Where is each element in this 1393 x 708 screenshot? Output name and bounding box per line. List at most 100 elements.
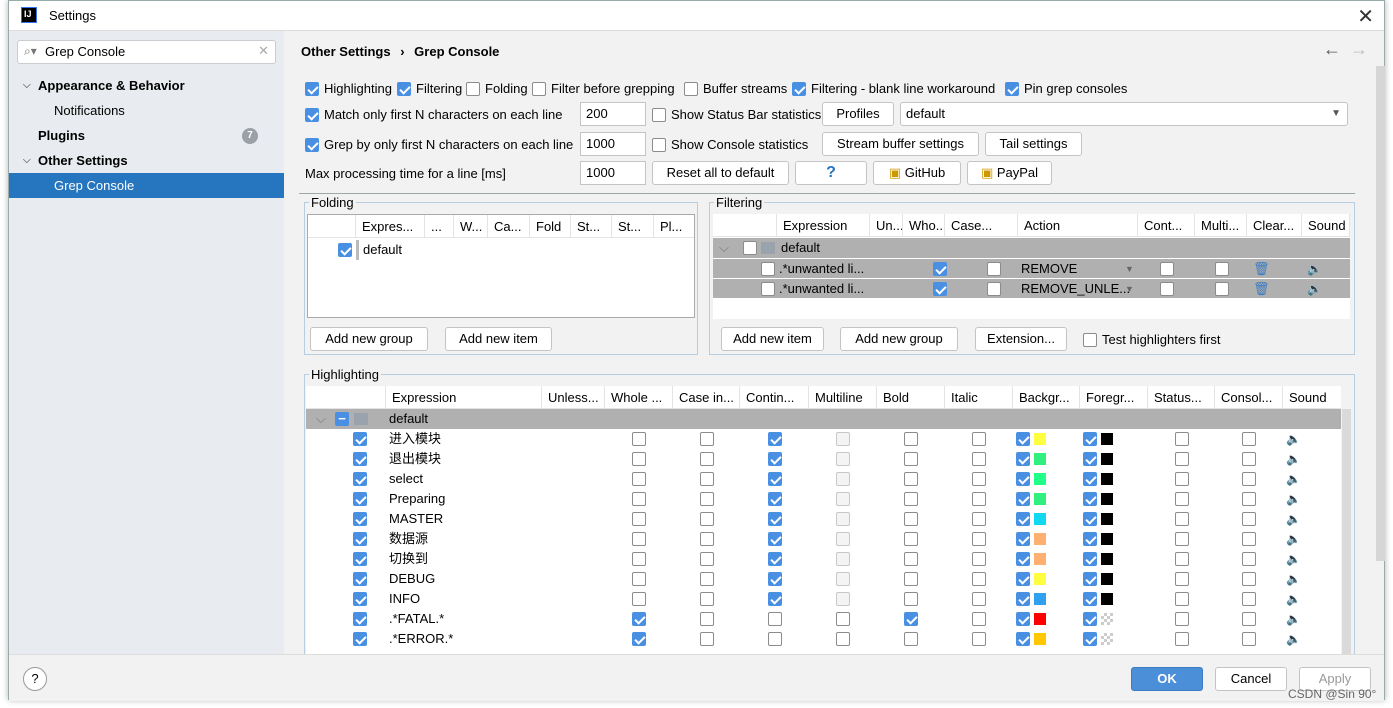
highlighting-checkbox[interactable] xyxy=(305,81,319,96)
status-bar-checkbox[interactable] xyxy=(1175,632,1189,646)
whole-word-checkbox[interactable] xyxy=(632,572,646,586)
column-header[interactable]: Expres... xyxy=(356,215,425,238)
console-stats-option[interactable]: Show Console statistics xyxy=(652,137,808,152)
foreground-checkbox[interactable] xyxy=(1083,512,1097,526)
scrollbar[interactable] xyxy=(1376,66,1385,561)
foreground-checkbox[interactable] xyxy=(1083,492,1097,506)
extension-button[interactable]: Extension... xyxy=(975,327,1067,351)
italic-checkbox[interactable] xyxy=(972,532,986,546)
trash-icon[interactable]: 🗑 xyxy=(1253,279,1270,298)
column-header[interactable]: Case... xyxy=(945,214,1018,237)
multiline-checkbox[interactable] xyxy=(836,452,850,466)
multiline-checkbox[interactable] xyxy=(836,532,850,546)
whole-word-checkbox[interactable] xyxy=(632,612,646,626)
speaker-icon[interactable]: 🔈 xyxy=(1286,549,1301,569)
highlighting-option[interactable]: Highlighting xyxy=(305,81,392,96)
highlight-expression[interactable]: 数据源 xyxy=(389,529,428,549)
column-header[interactable]: Unless... xyxy=(542,386,605,409)
foreground-color-swatch[interactable] xyxy=(1101,453,1113,465)
highlight-expression[interactable]: 切换到 xyxy=(389,549,428,569)
match-first-n-input[interactable]: 200 xyxy=(580,102,646,126)
filter-enabled-checkbox[interactable] xyxy=(761,262,775,276)
speaker-icon[interactable]: 🔈 xyxy=(1307,259,1322,278)
column-header[interactable]: Cont... xyxy=(1138,214,1195,237)
console-count-checkbox[interactable] xyxy=(1242,492,1256,506)
multiline-checkbox[interactable] xyxy=(836,592,850,606)
foreground-checkbox[interactable] xyxy=(1083,592,1097,606)
filter-expression[interactable]: .*unwanted li... xyxy=(779,279,864,298)
back-arrow-icon[interactable]: ← xyxy=(1323,39,1341,60)
whole-word-checkbox[interactable] xyxy=(632,512,646,526)
multiline-checkbox[interactable] xyxy=(836,492,850,506)
console-count-checkbox[interactable] xyxy=(1242,472,1256,486)
column-header[interactable]: Sound xyxy=(1302,214,1350,237)
background-checkbox[interactable] xyxy=(1016,452,1030,466)
speaker-icon[interactable]: 🔈 xyxy=(1286,589,1301,609)
highlight-expression[interactable]: INFO xyxy=(389,589,420,609)
whole-line-checkbox[interactable] xyxy=(933,282,947,296)
multiline-checkbox[interactable] xyxy=(1215,282,1229,296)
profile-select[interactable]: default ▼ xyxy=(900,102,1348,126)
background-checkbox[interactable] xyxy=(1016,632,1030,646)
case-insensitive-checkbox[interactable] xyxy=(700,492,714,506)
column-header[interactable]: Pl... xyxy=(654,215,694,238)
continue-matching-checkbox[interactable] xyxy=(768,592,782,606)
highlight-expression[interactable]: .*ERROR.* xyxy=(389,629,453,649)
continue-matching-checkbox[interactable] xyxy=(768,452,782,466)
grep-first-n-option[interactable]: Grep by only first N characters on each … xyxy=(305,137,573,152)
highlight-expression[interactable]: MASTER xyxy=(389,509,443,529)
column-header[interactable]: Bold xyxy=(877,386,945,409)
case-insensitive-checkbox[interactable] xyxy=(700,472,714,486)
continue-matching-checkbox[interactable] xyxy=(768,532,782,546)
case-checkbox[interactable] xyxy=(987,282,1001,296)
column-header[interactable]: Sound xyxy=(1283,386,1341,409)
sidebar-item-other-settings[interactable]: ⌵ Other Settings xyxy=(9,148,284,173)
match-first-n-checkbox[interactable] xyxy=(305,107,319,122)
background-color-swatch[interactable] xyxy=(1034,573,1046,585)
multiline-checkbox[interactable] xyxy=(1215,262,1229,276)
foreground-checkbox[interactable] xyxy=(1083,472,1097,486)
column-header[interactable]: Fold xyxy=(530,215,571,238)
help-button[interactable]: ? xyxy=(795,161,867,185)
column-header[interactable]: Expression xyxy=(386,386,542,409)
bold-checkbox[interactable] xyxy=(904,552,918,566)
whole-word-checkbox[interactable] xyxy=(632,432,646,446)
bold-checkbox[interactable] xyxy=(904,532,918,546)
cancel-button[interactable]: Cancel xyxy=(1215,667,1287,691)
highlight-row[interactable]: DEBUG 🔈 xyxy=(306,569,1341,589)
background-checkbox[interactable] xyxy=(1016,572,1030,586)
foreground-checkbox[interactable] xyxy=(1083,452,1097,466)
background-color-swatch[interactable] xyxy=(1034,593,1046,605)
filtering-add-item-button[interactable]: Add new item xyxy=(721,327,824,351)
test-highlighters-first-option[interactable]: Test highlighters first xyxy=(1083,332,1221,347)
status-bar-checkbox[interactable] xyxy=(1175,432,1189,446)
multiline-checkbox[interactable] xyxy=(836,472,850,486)
background-color-swatch[interactable] xyxy=(1034,473,1046,485)
sidebar-item-plugins[interactable]: Plugins 7 xyxy=(9,123,284,148)
search-input[interactable]: ⌕▾ Grep Console ✕ xyxy=(17,40,276,64)
foreground-checkbox[interactable] xyxy=(1083,532,1097,546)
foreground-checkbox[interactable] xyxy=(1083,432,1097,446)
blank-line-checkbox[interactable] xyxy=(792,81,806,96)
multiline-checkbox[interactable] xyxy=(836,612,850,626)
close-icon[interactable]: ✕ xyxy=(1357,4,1374,29)
speaker-icon[interactable]: 🔈 xyxy=(1286,529,1301,549)
whole-word-checkbox[interactable] xyxy=(632,592,646,606)
continue-matching-checkbox[interactable] xyxy=(768,552,782,566)
column-header[interactable]: Case in... xyxy=(673,386,740,409)
continue-matching-checkbox[interactable] xyxy=(768,572,782,586)
chevron-down-icon[interactable]: ⌵ xyxy=(719,238,729,258)
background-color-swatch[interactable] xyxy=(1034,493,1046,505)
background-checkbox[interactable] xyxy=(1016,592,1030,606)
status-bar-checkbox[interactable] xyxy=(1175,592,1189,606)
status-bar-checkbox[interactable] xyxy=(1175,472,1189,486)
reset-button[interactable]: Reset all to default xyxy=(652,161,789,185)
highlight-expression[interactable]: .*FATAL.* xyxy=(389,609,444,629)
status-bar-stats-option[interactable]: Show Status Bar statistics xyxy=(652,107,821,122)
case-insensitive-checkbox[interactable] xyxy=(700,632,714,646)
case-insensitive-checkbox[interactable] xyxy=(700,552,714,566)
bold-checkbox[interactable] xyxy=(904,572,918,586)
whole-word-checkbox[interactable] xyxy=(632,472,646,486)
status-bar-checkbox[interactable] xyxy=(652,107,666,122)
speaker-icon[interactable]: 🔈 xyxy=(1286,449,1301,469)
